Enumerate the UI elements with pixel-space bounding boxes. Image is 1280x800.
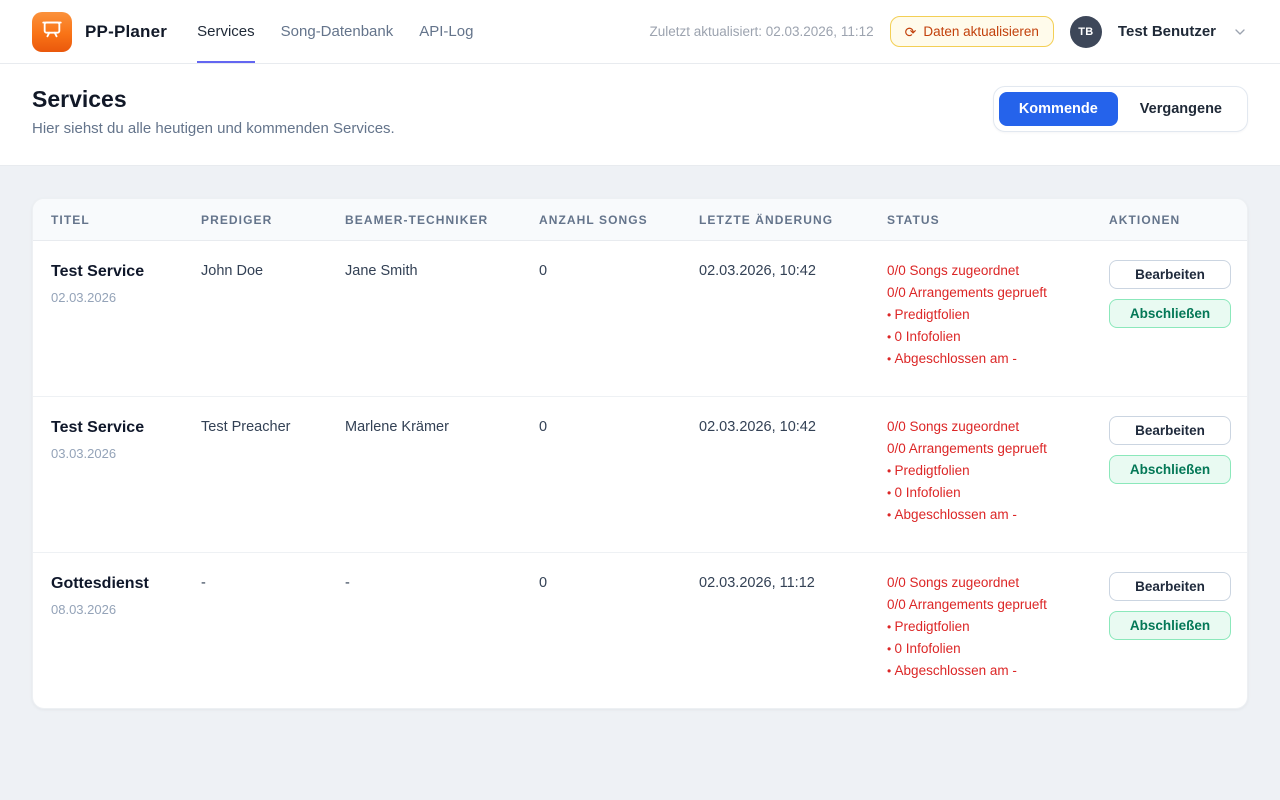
- aktionen-cell: Bearbeiten Abschließen: [1109, 397, 1241, 552]
- service-title: Test Service: [51, 263, 191, 281]
- status-cell: 0/0 Songs zugeordnet 0/0 Arrangements ge…: [887, 241, 1109, 396]
- refresh-icon: ⟳: [905, 25, 917, 39]
- filter-kommende-button[interactable]: Kommende: [999, 92, 1118, 126]
- app-logo: [32, 12, 72, 52]
- main-nav: Services Song-Datenbank API-Log: [197, 0, 473, 63]
- beamer-techniker-cell: -: [345, 553, 539, 708]
- bearbeiten-button[interactable]: Bearbeiten: [1109, 260, 1231, 289]
- status-line: 0/0 Arrangements geprueft: [887, 438, 1099, 460]
- col-header-titel: TITEL: [51, 199, 201, 240]
- service-title: Test Service: [51, 419, 191, 437]
- page-head-text: Services Hier siehst du alle heutigen un…: [32, 86, 395, 137]
- col-header-beamer-techniker: BEAMER-TECHNIKER: [345, 199, 539, 240]
- bearbeiten-button[interactable]: Bearbeiten: [1109, 416, 1231, 445]
- status-line: 0 Infofolien: [887, 326, 1099, 348]
- letzte-aenderung-cell: 02.03.2026, 11:12: [699, 553, 887, 708]
- user-name: Test Benutzer: [1118, 23, 1216, 40]
- prediger-cell: -: [201, 553, 345, 708]
- anzahl-songs-cell: 0: [539, 553, 699, 708]
- status-cell: 0/0 Songs zugeordnet 0/0 Arrangements ge…: [887, 553, 1109, 708]
- status-line: 0/0 Arrangements geprueft: [887, 282, 1099, 304]
- abschliessen-button[interactable]: Abschließen: [1109, 299, 1231, 328]
- table-row: Test Service 03.03.2026 Test Preacher Ma…: [33, 397, 1247, 553]
- col-header-anzahl-songs: ANZAHL SONGS: [539, 199, 699, 240]
- beamer-techniker-cell: Jane Smith: [345, 241, 539, 396]
- service-date: 02.03.2026: [51, 290, 191, 305]
- nav-item-api-log[interactable]: API-Log: [419, 0, 473, 63]
- brand-title: PP-Planer: [85, 22, 167, 42]
- refresh-data-button[interactable]: ⟳ Daten aktualisieren: [890, 16, 1054, 47]
- status-line: Predigtfolien: [887, 304, 1099, 326]
- letzte-aenderung-cell: 02.03.2026, 10:42: [699, 397, 887, 552]
- service-date: 08.03.2026: [51, 602, 191, 617]
- status-line: Predigtfolien: [887, 460, 1099, 482]
- col-header-prediger: PREDIGER: [201, 199, 345, 240]
- chevron-down-icon[interactable]: [1232, 24, 1248, 40]
- page-subtitle: Hier siehst du alle heutigen und kommend…: [32, 120, 395, 137]
- abschliessen-button[interactable]: Abschließen: [1109, 611, 1231, 640]
- last-updated-label: Zuletzt aktualisiert: 02.03.2026, 11:12: [649, 24, 873, 39]
- top-bar: PP-Planer Services Song-Datenbank API-Lo…: [0, 0, 1280, 64]
- col-header-aktionen: AKTIONEN: [1109, 199, 1229, 240]
- presentation-screen-icon: [41, 18, 63, 45]
- services-table-card: TITEL PREDIGER BEAMER-TECHNIKER ANZAHL S…: [32, 198, 1248, 709]
- status-line: 0/0 Songs zugeordnet: [887, 572, 1099, 594]
- topbar-right: Zuletzt aktualisiert: 02.03.2026, 11:12 …: [649, 16, 1248, 48]
- status-line: 0 Infofolien: [887, 638, 1099, 660]
- titel-cell: Test Service 03.03.2026: [51, 397, 201, 552]
- aktionen-cell: Bearbeiten Abschließen: [1109, 553, 1241, 708]
- prediger-cell: John Doe: [201, 241, 345, 396]
- status-line: Abgeschlossen am -: [887, 660, 1099, 682]
- main-content: TITEL PREDIGER BEAMER-TECHNIKER ANZAHL S…: [0, 166, 1280, 741]
- table-row: Gottesdienst 08.03.2026 - - 0 02.03.2026…: [33, 553, 1247, 708]
- user-avatar[interactable]: TB: [1070, 16, 1102, 48]
- status-line: Predigtfolien: [887, 616, 1099, 638]
- beamer-techniker-cell: Marlene Krämer: [345, 397, 539, 552]
- anzahl-songs-cell: 0: [539, 241, 699, 396]
- service-date: 03.03.2026: [51, 446, 191, 461]
- status-line: 0 Infofolien: [887, 482, 1099, 504]
- col-header-letzte-aenderung: LETZTE ÄNDERUNG: [699, 199, 887, 240]
- service-title: Gottesdienst: [51, 575, 191, 593]
- titel-cell: Gottesdienst 08.03.2026: [51, 553, 201, 708]
- prediger-cell: Test Preacher: [201, 397, 345, 552]
- page-title: Services: [32, 86, 395, 113]
- bearbeiten-button[interactable]: Bearbeiten: [1109, 572, 1231, 601]
- nav-item-song-datenbank[interactable]: Song-Datenbank: [281, 0, 394, 63]
- col-header-status: STATUS: [887, 199, 1109, 240]
- page-head: Services Hier siehst du alle heutigen un…: [0, 64, 1280, 166]
- table-header-row: TITEL PREDIGER BEAMER-TECHNIKER ANZAHL S…: [33, 199, 1247, 241]
- anzahl-songs-cell: 0: [539, 397, 699, 552]
- status-line: 0/0 Songs zugeordnet: [887, 416, 1099, 438]
- abschliessen-button[interactable]: Abschließen: [1109, 455, 1231, 484]
- status-line: Abgeschlossen am -: [887, 348, 1099, 370]
- nav-item-services[interactable]: Services: [197, 0, 255, 63]
- status-line: 0/0 Arrangements geprueft: [887, 594, 1099, 616]
- filter-vergangene-button[interactable]: Vergangene: [1120, 92, 1242, 126]
- refresh-button-label: Daten aktualisieren: [923, 24, 1039, 39]
- status-line: 0/0 Songs zugeordnet: [887, 260, 1099, 282]
- table-row: Test Service 02.03.2026 John Doe Jane Sm…: [33, 241, 1247, 397]
- titel-cell: Test Service 02.03.2026: [51, 241, 201, 396]
- status-line: Abgeschlossen am -: [887, 504, 1099, 526]
- service-filter-toggle: Kommende Vergangene: [993, 86, 1248, 132]
- aktionen-cell: Bearbeiten Abschließen: [1109, 241, 1241, 396]
- status-cell: 0/0 Songs zugeordnet 0/0 Arrangements ge…: [887, 397, 1109, 552]
- letzte-aenderung-cell: 02.03.2026, 10:42: [699, 241, 887, 396]
